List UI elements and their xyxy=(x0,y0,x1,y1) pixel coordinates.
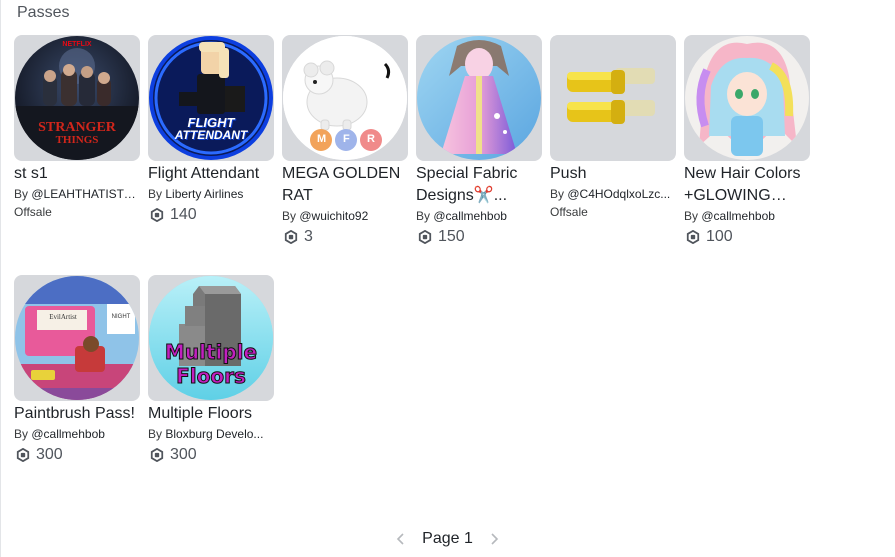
pass-creator[interactable]: By Bloxburg Develo... xyxy=(148,426,274,443)
pass-card[interactable]: EvilArtist NIGHT Paintbrush Pass! By @ca… xyxy=(14,275,140,465)
left-border xyxy=(0,0,1,557)
robux-icon xyxy=(284,230,298,244)
pass-name[interactable]: MEGA GOLDEN RAT xyxy=(282,163,408,207)
pass-name[interactable]: Flight Attendant xyxy=(148,163,274,185)
pass-price: 100 xyxy=(684,227,810,247)
pass-name[interactable]: st s1 xyxy=(14,163,140,185)
pass-creator[interactable]: By @callmehbob xyxy=(416,208,542,225)
pass-thumbnail[interactable] xyxy=(416,35,542,161)
pass-thumbnail[interactable]: NETFLIX STRANGER THINGS xyxy=(14,35,140,161)
pass-creator[interactable]: By @callmehbob xyxy=(14,426,140,443)
pass-thumbnail[interactable] xyxy=(684,35,810,161)
pagination: Page 1 xyxy=(0,528,895,550)
pass-card[interactable]: NETFLIX STRANGER THINGS st s1 By @LEAHTH… xyxy=(14,35,140,221)
page-label: Page 1 xyxy=(422,530,473,547)
pass-name[interactable]: Push xyxy=(550,163,676,185)
pass-price: 3 xyxy=(282,227,408,247)
pass-name[interactable]: Multiple Floors xyxy=(148,403,274,425)
section-title: Passes xyxy=(17,4,70,21)
mfr-badges: M F R xyxy=(317,133,375,145)
pass-price: 300 xyxy=(14,445,140,465)
pass-creator[interactable]: By @C4HOdqlxoLzc... xyxy=(550,186,676,203)
pass-card[interactable]: Multiple Floors Multiple Floors By Bloxb… xyxy=(148,275,274,465)
pass-creator[interactable]: By @wuichito92 xyxy=(282,208,408,225)
pass-thumbnail[interactable] xyxy=(550,35,676,161)
netflix-logo: NETFLIX xyxy=(62,41,92,48)
pass-card[interactable]: New Hair Colors +GLOWING Hai... By @call… xyxy=(684,35,810,247)
pass-card[interactable]: Push By @C4HOdqlxoLzc... Offsale xyxy=(550,35,676,221)
pass-card[interactable]: Special Fabric Designs✂️... By @callmehb… xyxy=(416,35,542,247)
pass-card[interactable]: M F R MEGA GOLDEN RAT By @wuichito92 3 xyxy=(282,35,408,247)
multiple-floors-logo: Multiple Floors xyxy=(164,340,258,389)
robux-icon xyxy=(686,230,700,244)
pass-creator[interactable]: By @callmehbob xyxy=(684,208,810,225)
pass-creator[interactable]: By @LEAHTHATISTO... xyxy=(14,186,140,203)
pass-price: 150 xyxy=(416,227,542,247)
pass-status: Offsale xyxy=(14,205,52,219)
stranger-things-logo: STRANGER THINGS xyxy=(38,120,116,147)
pass-thumbnail[interactable]: FLIGHT ATTENDANT xyxy=(148,35,274,161)
robux-icon xyxy=(150,448,164,462)
chevron-left-icon[interactable] xyxy=(394,532,408,546)
pass-status: Offsale xyxy=(550,205,588,219)
pass-card[interactable]: FLIGHT ATTENDANT Flight Attendant By Lib… xyxy=(148,35,274,225)
night-sign: NIGHT xyxy=(111,314,131,320)
pass-thumbnail[interactable]: M F R xyxy=(282,35,408,161)
pass-price: 300 xyxy=(148,445,274,465)
pass-creator[interactable]: By Liberty Airlines xyxy=(148,186,274,203)
pass-name[interactable]: New Hair Colors +GLOWING Hai... xyxy=(684,163,810,207)
pass-thumbnail[interactable]: Multiple Floors xyxy=(148,275,274,401)
robux-icon xyxy=(418,230,432,244)
flight-attendant-logo: FLIGHT ATTENDANT xyxy=(174,115,248,142)
pass-name[interactable]: Paintbrush Pass! xyxy=(14,403,140,425)
pass-name[interactable]: Special Fabric Designs✂️... xyxy=(416,163,542,207)
pass-thumbnail[interactable]: EvilArtist NIGHT xyxy=(14,275,140,401)
chevron-right-icon[interactable] xyxy=(487,532,501,546)
pass-price: 140 xyxy=(148,205,274,225)
evil-artist-sign: EvilArtist xyxy=(49,313,77,321)
robux-icon xyxy=(16,448,30,462)
robux-icon xyxy=(150,208,164,222)
